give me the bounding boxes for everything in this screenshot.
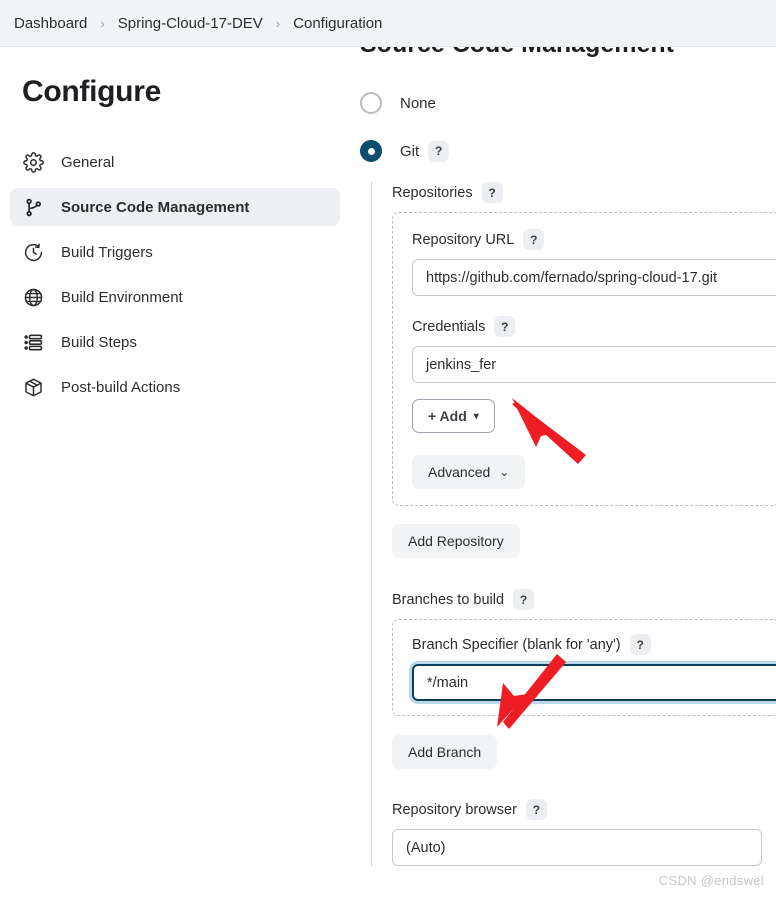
chevron-down-icon: ⌄ [499,465,510,479]
radio-git[interactable] [360,140,382,162]
repository-entry: Repository URL ? https://github.com/fern… [392,212,776,506]
help-icon-repositories[interactable]: ? [481,182,503,203]
help-icon-git[interactable]: ? [428,140,450,162]
credentials-select[interactable]: jenkins_fer [412,346,776,383]
branch-specifier-input[interactable]: */main [412,664,776,701]
list-icon [22,331,44,353]
branches-to-build-label: Branches to build [392,591,505,608]
credentials-label-row: Credentials ? [412,316,776,337]
sidebar-item-post-build-actions[interactable]: Post-build Actions [10,368,340,406]
repository-url-label: Repository URL [412,231,515,248]
breadcrumb-separator: › [100,15,105,31]
sidebar-item-label: Source Code Management [61,198,250,216]
add-credentials-label: + Add [428,408,467,424]
breadcrumb-item-dashboard[interactable]: Dashboard [10,13,91,34]
help-icon-credentials[interactable]: ? [494,316,516,337]
radio-none[interactable] [360,92,382,114]
add-repository-button[interactable]: Add Repository [392,524,520,558]
repositories-label: Repositories [392,184,473,201]
git-config-block: Repositories ? Repository URL ? https://… [371,182,776,866]
sidebar-nav: General Source Code Management Build Tri… [10,143,340,406]
help-icon-repository-browser[interactable]: ? [525,799,547,820]
breadcrumb-item-project[interactable]: Spring-Cloud-17-DEV [114,13,267,34]
scm-option-label: Git [400,142,420,160]
sidebar: Configure General Source Code Management… [0,47,350,900]
breadcrumb-separator: › [275,15,281,31]
scm-option-label: None [400,94,436,112]
sidebar-item-build-triggers[interactable]: Build Triggers [10,233,340,271]
help-icon-branch-specifier[interactable]: ? [629,634,651,655]
add-credentials-button[interactable]: + Add ▾ [412,399,495,433]
repositories-label-row: Repositories ? [392,182,776,203]
repository-browser-select[interactable]: (Auto) [392,829,762,866]
breadcrumb: Dashboard › Spring-Cloud-17-DEV › Config… [0,0,776,47]
branch-specifier-label: Branch Specifier (blank for 'any') [412,636,621,653]
repository-browser-label-row: Repository browser ? [392,799,776,820]
sidebar-item-label: Build Environment [61,288,183,306]
repository-url-label-row: Repository URL ? [412,229,776,250]
sidebar-item-source-code-management[interactable]: Source Code Management [10,188,340,226]
package-icon [22,376,44,398]
scm-option-none[interactable]: None [360,86,776,120]
help-icon-branches[interactable]: ? [513,589,535,610]
help-icon-repository-url[interactable]: ? [523,229,545,250]
scm-options: None Git ? Repositories ? Repository URL… [360,86,776,866]
sidebar-item-build-environment[interactable]: Build Environment [10,278,340,316]
page-title: Configure [22,75,161,108]
sidebar-item-label: Post-build Actions [61,378,181,396]
sidebar-item-general[interactable]: General [10,143,340,181]
branch-specifier-label-row: Branch Specifier (blank for 'any') ? [412,634,776,655]
clock-icon [22,241,44,263]
sidebar-item-label: Build Steps [61,333,137,351]
sidebar-item-label: Build Triggers [61,243,153,261]
scm-option-git[interactable]: Git ? [360,134,776,168]
gear-icon [22,151,44,173]
globe-icon [22,286,44,308]
branches-label-row: Branches to build ? [392,589,776,610]
advanced-label: Advanced [428,464,491,480]
breadcrumb-item-configuration[interactable]: Configuration [289,13,386,34]
git-branch-icon [22,196,44,218]
sidebar-item-label: General [61,153,115,171]
main-panel: Source Code Management None Git ? Reposi… [350,0,776,900]
chevron-down-icon: ▾ [473,410,479,422]
branch-entry: Branch Specifier (blank for 'any') ? */m… [392,619,776,716]
advanced-button[interactable]: Advanced ⌄ [412,455,526,489]
credentials-label: Credentials [412,318,486,335]
sidebar-item-build-steps[interactable]: Build Steps [10,323,340,361]
repository-url-input[interactable]: https://github.com/fernado/spring-cloud-… [412,259,776,296]
add-branch-button[interactable]: Add Branch [392,735,498,769]
repository-browser-label: Repository browser [392,801,517,818]
